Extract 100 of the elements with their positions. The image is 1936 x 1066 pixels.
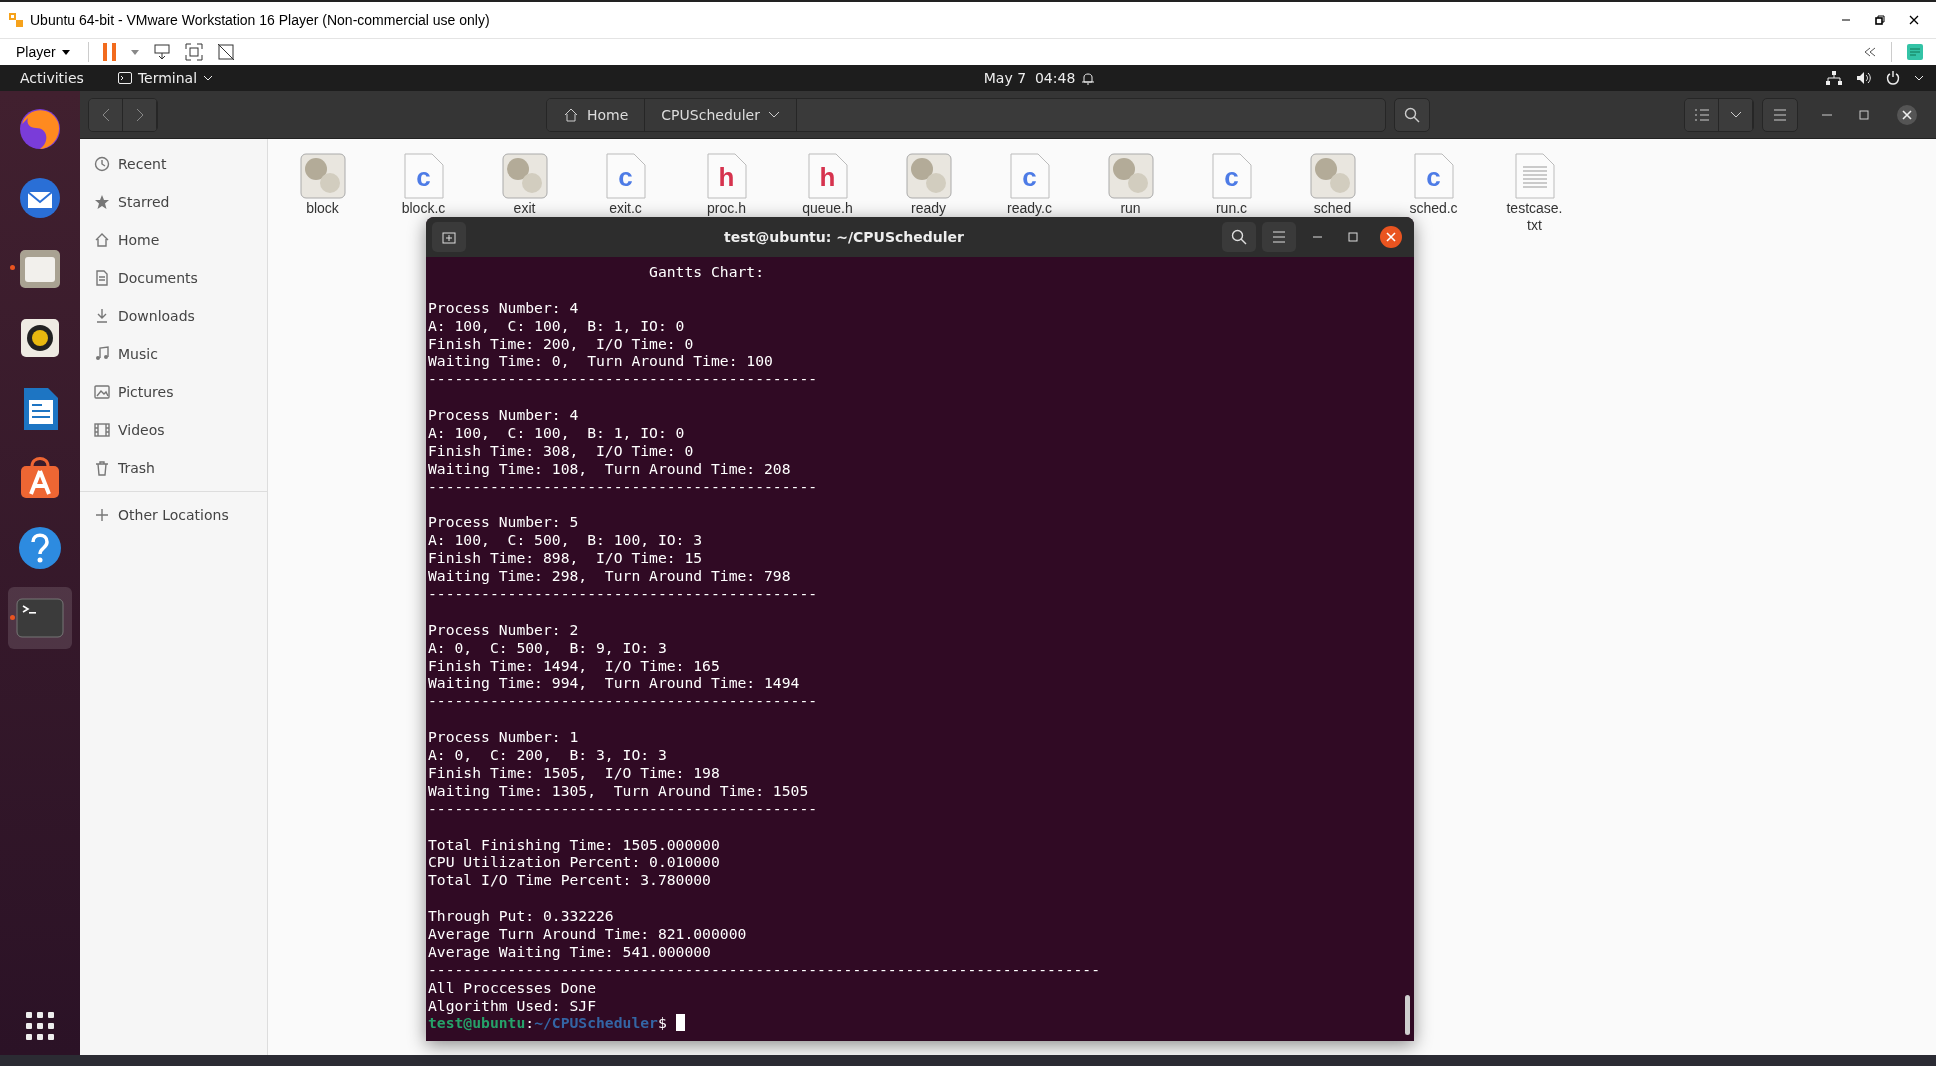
window-title: Ubuntu 64-bit - VMware Workstation 16 Player (Non-commercial use only) [30,12,491,28]
sidebar-item[interactable]: Starred [80,183,267,221]
unity-off-icon [216,43,235,61]
caret-icon [61,49,70,55]
menu-button[interactable] [1262,222,1296,252]
search-button[interactable] [1222,222,1256,252]
close-icon [1896,103,1918,126]
code-file-icon: c [1413,153,1454,199]
sidebar-item[interactable]: Home [80,221,267,259]
star-icon [94,194,110,210]
code-file-icon: h [807,153,848,199]
trash-icon [94,460,110,476]
text-cursor [675,1014,685,1032]
close-icon [1386,232,1396,242]
power-icon [1886,71,1900,85]
text-file-icon [1514,153,1555,199]
file-item[interactable]: c exit.c [575,153,676,217]
file-item[interactable]: exit [474,153,575,217]
output-line: Algorithm Used: SJF [428,996,596,1014]
prompt-symbol: $ [657,1014,667,1032]
search-icon [1404,106,1420,123]
list-view-button[interactable] [1685,98,1719,131]
output-line: Average Turn Around Time: 821.000000 [428,924,747,942]
app-menu[interactable]: Terminal [117,70,228,86]
close-icon [1908,14,1920,26]
sidebar-item[interactable]: Videos [80,411,267,449]
output-line: Average Waiting Time: 541.000000 [428,942,711,960]
minimize-icon [1312,236,1322,238]
menu-icon [1272,231,1286,243]
close-button[interactable] [1380,226,1402,248]
file-item[interactable]: sched [1282,153,1383,217]
sidebar-item[interactable]: Recent [80,145,267,183]
file-item[interactable]: h proc.h [676,153,777,217]
output-line: A: 100, C: 100, B: 1, IO: 0 [428,316,685,334]
output-line: Finish Time: 1494, I/O Time: 165 [428,656,720,674]
output-line: CPU Utilization Percent: 0.010000 [428,853,720,871]
plus-icon [94,507,110,523]
prompt-path: ~/CPUScheduler [534,1014,658,1032]
chevron-down-icon [767,110,780,119]
gear-icon [501,153,548,199]
output-line: Finish Time: 898, I/O Time: 15 [428,549,703,567]
sidebar-item[interactable]: Trash [80,449,267,487]
output-line: Through Put: 0.332226 [428,907,614,925]
output-line: -------------------------------------------- [428,370,818,388]
file-item[interactable]: block [272,153,373,217]
path-crumb[interactable]: Home [547,98,646,131]
prompt-user: test@ubuntu [428,1014,526,1032]
sidebar-item[interactable]: Other Locations [80,496,267,534]
search-icon [1231,229,1247,245]
output-line: Finish Time: 308, I/O Time: 0 [428,441,694,459]
terminal-icon [117,72,132,84]
output-line: Process Number: 5 [428,513,579,531]
sidebar-item[interactable]: Music [80,335,267,373]
gear-icon [1309,153,1356,199]
search-button[interactable] [1394,97,1430,132]
menu-button[interactable] [1762,97,1798,132]
list-icon [1693,107,1710,122]
new-tab-button[interactable] [432,222,466,252]
terminal-prompt-icon [16,598,64,638]
window-title: test@ubuntu: ~/CPUScheduler [722,229,965,245]
file-item[interactable]: c sched.c [1383,153,1484,217]
output-line: -------------------------------------------- [428,477,818,495]
output-line: Waiting Time: 0, Turn Around Time: 100 [428,352,773,370]
maximize-icon [1348,232,1358,242]
sidebar-item[interactable]: Downloads [80,297,267,335]
minimize-icon [1822,113,1832,116]
output-line: A: 0, C: 200, B: 3, IO: 3 [428,746,667,764]
output-line: Gantts Chart: [648,263,765,280]
question-mark-icon [16,524,64,572]
output-line: All Proccesses Done [428,978,596,996]
chevron-down-icon [203,75,214,81]
network-icon [1826,71,1842,85]
sidebar-item[interactable]: Pictures [80,373,267,411]
scrollbar-thumb[interactable] [1405,995,1410,1035]
restore-icon [1874,14,1886,26]
download-icon [94,308,110,324]
activities-button[interactable]: Activities [20,70,98,86]
grid-icon [26,1012,54,1040]
file-item[interactable]: run [1080,153,1181,217]
player-menu[interactable]: Player [12,44,74,60]
home-icon [94,232,110,248]
clock[interactable]: May 7 04:48 [977,69,1082,87]
menu-icon [1773,108,1787,121]
file-item[interactable]: c run.c [1181,153,1282,217]
output-line: ---------------------------------------------------------------------------- [428,960,1101,978]
caret-icon [130,49,139,55]
collapse-icon [1863,47,1877,57]
file-item[interactable]: ready [878,153,979,217]
app-grid-button[interactable] [26,1012,54,1043]
file-item[interactable]: testcase. txt [1484,153,1585,234]
note-icon [1906,43,1924,61]
alarm-bell-icon [1081,71,1096,85]
file-item[interactable]: c block.c [373,153,474,217]
output-line: A: 100, C: 100, B: 1, IO: 0 [428,424,685,441]
output-line: A: 0, C: 500, B: 9, IO: 3 [428,638,667,656]
file-item[interactable]: c ready.c [979,153,1080,217]
sidebar-item[interactable]: Documents [80,259,267,297]
file-item[interactable]: h queue.h [777,153,878,217]
gear-icon [299,153,346,199]
output-line: Finish Time: 1505, I/O Time: 198 [428,763,720,781]
